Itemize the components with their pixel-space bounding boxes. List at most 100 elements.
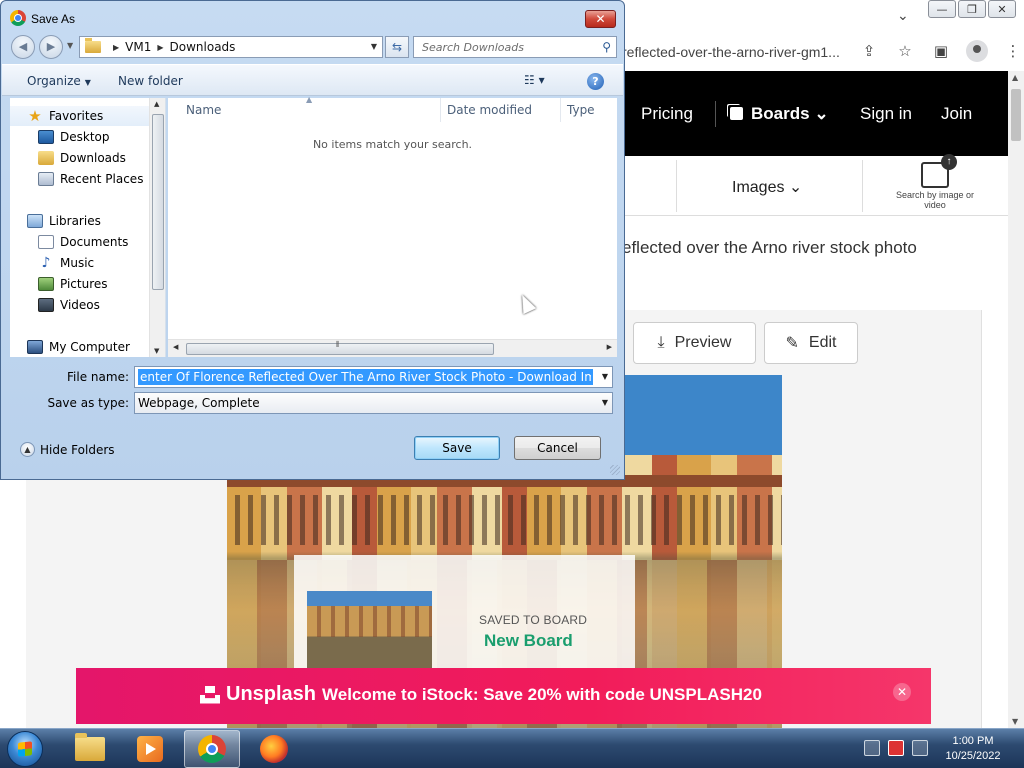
address-dropdown-icon[interactable]: ▼	[371, 42, 377, 51]
scroll-down-arrow-icon[interactable]: ▼	[1012, 717, 1018, 726]
scroll-right-arrow-icon[interactable]: ▶	[607, 343, 612, 351]
search-by-image-button[interactable]: Search by image or video	[890, 154, 980, 210]
navigation-pane: ★ Favorites Desktop Downloads Recent Plac…	[10, 98, 166, 357]
save-as-dialog: Save As ✕ ◀ ▶ ▼ ▶ VM1 ▶ Downloads ▼ ⇆ ⚲ …	[0, 0, 625, 480]
saved-board-link[interactable]: New Board	[484, 631, 573, 651]
bookmark-star-icon[interactable]: ☆	[894, 40, 916, 62]
scroll-up-arrow-icon[interactable]: ▲	[1012, 73, 1018, 82]
scroll-up-arrow-icon[interactable]: ▲	[154, 100, 159, 108]
file-name-input[interactable]	[138, 369, 593, 385]
media-player-icon	[137, 736, 163, 762]
breadcrumb-arrow-icon[interactable]: ▶	[113, 43, 119, 52]
profile-avatar-icon[interactable]	[966, 40, 988, 62]
chevron-down-icon[interactable]: ▼	[602, 372, 608, 381]
nav-item-label: Favorites	[49, 109, 104, 123]
column-header-date-modified[interactable]: Date modified	[447, 103, 532, 117]
edit-button-label: Edit	[808, 334, 837, 351]
search-icon[interactable]: ⚲	[602, 40, 611, 54]
column-separator[interactable]	[440, 98, 441, 122]
organize-label: Organize	[27, 74, 81, 88]
organize-menu[interactable]: Organize ▼	[27, 74, 91, 88]
dialog-close-button[interactable]: ✕	[585, 10, 616, 28]
file-name-combobox[interactable]: ▼	[134, 366, 613, 388]
taskbar-firefox[interactable]	[246, 730, 302, 768]
volume-icon[interactable]	[912, 740, 928, 756]
nav-item-downloads[interactable]: Downloads	[10, 148, 150, 168]
pictures-icon	[38, 277, 54, 291]
resize-grip-icon[interactable]	[610, 465, 620, 475]
kebab-menu-icon[interactable]: ⋮	[1002, 40, 1024, 62]
cancel-button[interactable]: Cancel	[514, 436, 601, 460]
nav-pricing-link[interactable]: Pricing	[641, 104, 693, 124]
images-dropdown[interactable]: Images ⌄	[732, 177, 802, 197]
close-browser-button[interactable]: ✕	[988, 0, 1016, 18]
search-downloads-box[interactable]: ⚲	[413, 36, 617, 58]
change-view-button[interactable]: ☷ ▾	[524, 73, 545, 87]
taskbar-explorer[interactable]	[62, 730, 118, 768]
address-bar-url[interactable]: reflected-over-the-arno-river-gm1...	[622, 44, 840, 60]
search-downloads-input[interactable]	[414, 37, 594, 57]
nav-item-pictures[interactable]: Pictures	[10, 274, 150, 294]
recent-locations-chevron-icon[interactable]: ▼	[67, 41, 73, 50]
page-scrollbar[interactable]: ▲ ▼	[1008, 71, 1024, 728]
tab-search-chevron-icon[interactable]: ⌄	[897, 8, 909, 24]
action-center-alert-icon[interactable]	[888, 740, 904, 756]
minimize-button[interactable]: —	[928, 0, 956, 18]
column-separator[interactable]	[560, 98, 561, 122]
hide-folders-toggle[interactable]: ▲ Hide Folders	[20, 442, 115, 457]
saved-to-board-label: SAVED TO BOARD	[479, 613, 588, 627]
save-as-type-select[interactable]: Webpage, Complete ▼	[134, 392, 613, 414]
site-header: Pricing Boards ⌄ Sign in Join	[622, 71, 1008, 156]
new-folder-button[interactable]: New folder	[118, 74, 183, 88]
download-icon: ⤓	[657, 334, 665, 351]
save-button[interactable]: Save	[414, 436, 500, 460]
side-panel-icon[interactable]: ▣	[930, 40, 952, 62]
network-icon[interactable]	[864, 740, 880, 756]
taskbar-media-player[interactable]	[122, 730, 178, 768]
taskbar-chrome[interactable]	[184, 730, 240, 768]
history-buttons: ◀ ▶	[11, 35, 65, 59]
nav-item-libraries[interactable]: Libraries	[10, 211, 150, 231]
refresh-button[interactable]: ⇆	[385, 36, 409, 58]
start-button[interactable]	[7, 731, 43, 767]
nav-item-desktop[interactable]: Desktop	[10, 127, 150, 147]
nav-join-link[interactable]: Join	[941, 104, 972, 124]
firefox-icon	[260, 735, 288, 763]
breadcrumb-vm1[interactable]: VM1	[125, 40, 151, 54]
back-button[interactable]: ◀	[11, 35, 35, 59]
image-search-icon	[921, 154, 957, 188]
restore-button[interactable]: ❐	[958, 0, 986, 18]
nav-item-music[interactable]: ♪ Music	[10, 253, 150, 273]
nav-sign-in-link[interactable]: Sign in	[860, 104, 912, 124]
images-dropdown-label: Images	[732, 179, 785, 196]
preview-button[interactable]: ⤓ Preview	[633, 322, 756, 364]
nav-item-recent-places[interactable]: Recent Places	[10, 169, 150, 189]
nav-boards-link[interactable]: Boards ⌄	[730, 104, 829, 124]
chevron-down-icon: ▼	[84, 78, 91, 87]
help-icon[interactable]: ?	[587, 73, 604, 90]
page-scrollbar-thumb[interactable]	[1011, 89, 1021, 141]
boards-icon	[730, 107, 743, 120]
column-header-type[interactable]: Type	[567, 103, 595, 117]
column-header-name[interactable]: Name	[186, 103, 221, 117]
nav-pane-scrollbar-thumb[interactable]	[152, 114, 164, 290]
nav-pane-scrollbar[interactable]: ▲ ▼	[149, 98, 165, 357]
promo-close-icon[interactable]: ✕	[893, 683, 911, 701]
file-list-horizontal-scrollbar[interactable]: ◀ ⦀ ▶	[168, 339, 617, 357]
forward-button[interactable]: ▶	[39, 35, 63, 59]
nav-item-label: Libraries	[49, 214, 101, 228]
taskbar-clock[interactable]: 1:00 PM 10/25/2022	[940, 734, 1006, 764]
edit-button[interactable]: ✎ Edit	[764, 322, 858, 364]
chevron-down-icon: ▼	[601, 398, 608, 407]
scroll-down-arrow-icon[interactable]: ▼	[154, 347, 159, 355]
nav-item-my-computer[interactable]: My Computer	[10, 337, 150, 357]
nav-item-favorites[interactable]: ★ Favorites	[10, 106, 150, 126]
share-icon[interactable]: ⇪	[858, 40, 880, 62]
nav-item-videos[interactable]: Videos	[10, 295, 150, 315]
nav-item-documents[interactable]: Documents	[10, 232, 150, 252]
breadcrumb-downloads[interactable]: Downloads	[170, 40, 236, 54]
horizontal-scrollbar-thumb[interactable]	[186, 343, 494, 355]
dialog-address-bar[interactable]: ▶ VM1 ▶ Downloads ▼	[79, 36, 383, 58]
scroll-left-arrow-icon[interactable]: ◀	[173, 343, 178, 351]
breadcrumb-arrow-icon[interactable]: ▶	[157, 43, 163, 52]
